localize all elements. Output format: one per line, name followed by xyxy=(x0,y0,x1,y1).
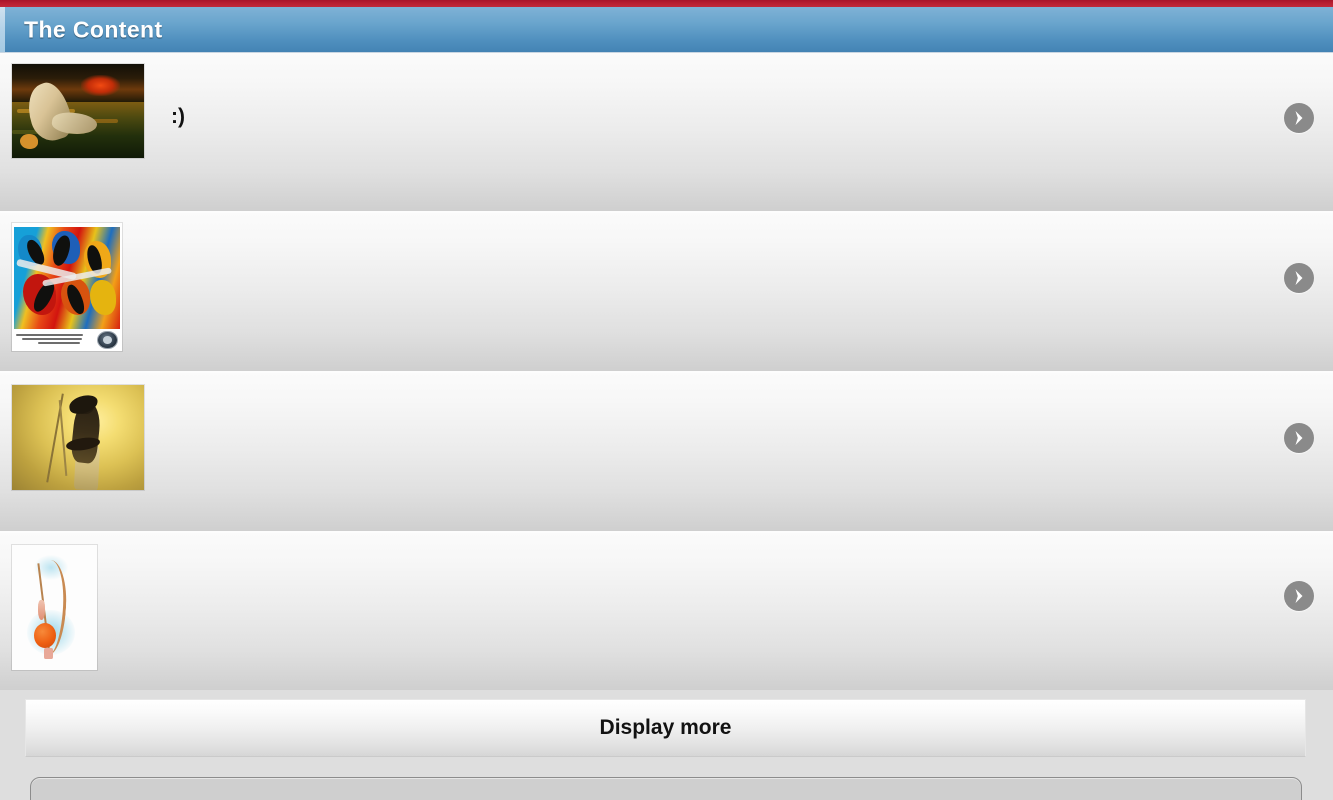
page-title: The Content xyxy=(24,16,163,42)
thumbnail-sunset-painting[interactable] xyxy=(12,64,144,158)
artwork-sunset-painting xyxy=(12,64,144,158)
chevron-right-icon[interactable] xyxy=(1284,103,1314,133)
page-header: The Content xyxy=(0,7,1333,53)
chevron-right-icon[interactable] xyxy=(1284,581,1314,611)
bottom-panel xyxy=(30,777,1302,800)
list-item-label: :) xyxy=(171,105,185,128)
top-accent-strip xyxy=(0,0,1333,7)
display-more-button[interactable]: Display more xyxy=(25,699,1306,757)
display-more-label: Display more xyxy=(599,716,732,739)
content-list: :) xyxy=(0,53,1333,690)
artwork-berimbau-watercolor xyxy=(12,545,97,670)
chevron-right-icon[interactable] xyxy=(1284,263,1314,293)
chevron-right-icon[interactable] xyxy=(1284,423,1314,453)
thumbnail-berimbau-watercolor[interactable] xyxy=(12,545,97,670)
artwork-golden-figure xyxy=(12,385,144,490)
list-item[interactable]: :) xyxy=(0,53,1333,213)
list-item[interactable] xyxy=(0,533,1333,690)
thumbnail-capoeira-poster[interactable] xyxy=(12,223,122,351)
thumbnail-golden-figure[interactable] xyxy=(12,385,144,490)
artwork-capoeira-poster xyxy=(12,223,122,351)
list-item[interactable] xyxy=(0,373,1333,533)
list-item[interactable] xyxy=(0,213,1333,373)
app-root: The Content :) Display more xyxy=(0,0,1333,800)
